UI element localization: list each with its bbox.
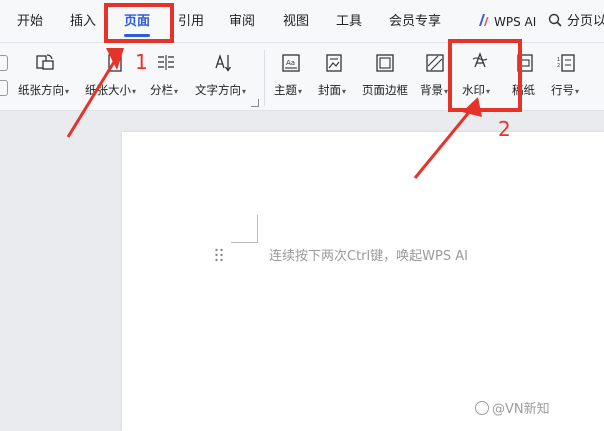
highlight-box-page-tab xyxy=(104,3,174,43)
page-setup-launcher[interactable] xyxy=(251,99,259,107)
tab-references[interactable]: 引用 xyxy=(178,11,204,33)
paper-size-icon[interactable] xyxy=(104,52,126,74)
menu-bar: 开始 插入 页面 引用 审阅 视图 工具 会员专享 WPS AI 分页以 xyxy=(0,0,604,43)
paper-size-button[interactable]: 纸张大小▾ xyxy=(85,82,136,98)
drag-handle-icon[interactable] xyxy=(214,248,224,262)
source-watermark: @VN新知 xyxy=(475,398,550,417)
svg-text:Aa: Aa xyxy=(286,59,295,67)
margin-marker-horizontal xyxy=(231,242,258,243)
collapsed-control-bottom[interactable] xyxy=(0,80,8,96)
paper-orientation-button[interactable]: 纸张方向▾ xyxy=(18,82,69,98)
tab-view[interactable]: 视图 xyxy=(283,11,309,33)
highlight-box-watermark xyxy=(448,39,522,112)
text-direction-button[interactable]: 文字方向▾ xyxy=(195,82,246,98)
page-border-icon[interactable] xyxy=(374,52,396,74)
search-icon[interactable] xyxy=(548,13,562,27)
step-2-label: 2 xyxy=(498,117,511,141)
tab-insert[interactable]: 插入 xyxy=(70,11,96,33)
line-number-icon[interactable]: 1 2 xyxy=(556,52,578,74)
tab-home[interactable]: 开始 xyxy=(17,11,43,33)
theme-button[interactable]: 主题▾ xyxy=(274,82,302,98)
background-button[interactable]: 背景▾ xyxy=(420,82,448,98)
search-label[interactable]: 分页以 xyxy=(567,11,604,33)
line-number-button[interactable]: 行号▾ xyxy=(551,82,579,98)
columns-button[interactable]: 分栏▾ xyxy=(150,82,178,98)
wps-ai-button[interactable]: WPS AI xyxy=(494,11,536,33)
tab-tools[interactable]: 工具 xyxy=(336,11,362,33)
page-border-button[interactable]: 页面边框 xyxy=(362,82,408,98)
document-page[interactable] xyxy=(122,132,604,431)
paper-orientation-icon[interactable] xyxy=(34,52,56,74)
watermark-logo-icon xyxy=(475,401,489,415)
background-icon[interactable] xyxy=(424,52,446,74)
tab-review[interactable]: 审阅 xyxy=(229,11,255,33)
margin-marker-vertical xyxy=(257,215,258,242)
ai-hint-placeholder[interactable]: 连续按下两次Ctrl键，唤起WPS AI xyxy=(269,245,468,264)
svg-text:2: 2 xyxy=(557,63,560,69)
cover-icon[interactable] xyxy=(323,52,345,74)
wps-ai-icon xyxy=(479,14,489,26)
text-direction-icon[interactable] xyxy=(212,52,234,74)
ribbon-divider xyxy=(264,50,265,106)
tab-member[interactable]: 会员专享 xyxy=(389,11,441,33)
step-1-label: 1 xyxy=(135,50,148,74)
collapsed-control-top[interactable] xyxy=(0,55,8,71)
theme-icon[interactable]: Aa xyxy=(280,52,302,74)
cover-button[interactable]: 封面▾ xyxy=(318,82,346,98)
columns-icon[interactable] xyxy=(155,52,177,74)
